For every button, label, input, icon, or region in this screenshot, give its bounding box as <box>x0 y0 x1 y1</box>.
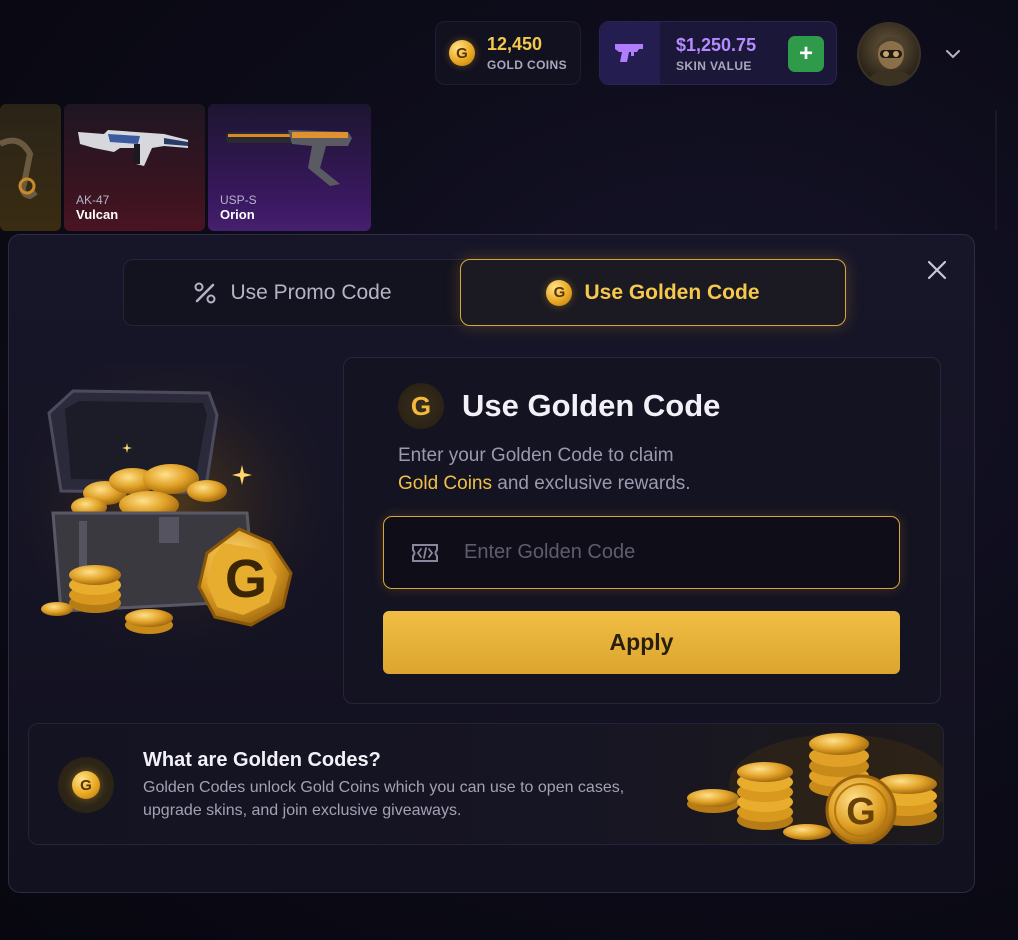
skin-value-amount: $1,250.75 <box>676 35 757 55</box>
svg-text:G: G <box>225 549 267 609</box>
info-title: What are Golden Codes? <box>143 749 381 771</box>
tab-promo-code[interactable]: Use Promo Code <box>124 260 460 325</box>
gold-coin-icon: G <box>449 40 475 66</box>
gold-coins-label: GOLD COINS <box>487 58 568 72</box>
apply-button[interactable]: Apply <box>383 611 900 674</box>
ticket-code-icon <box>410 542 440 564</box>
tab-label: Use Promo Code <box>230 280 392 304</box>
gold-coins-balance: G 12,450 GOLD COINS <box>435 21 581 85</box>
user-avatar[interactable] <box>857 22 921 86</box>
treasure-chest-illustration: G <box>9 363 339 673</box>
skin-weapon-label: AK-47 <box>76 193 110 207</box>
skin-name-label: Vulcan <box>76 207 119 222</box>
skin-card-partial[interactable] <box>0 104 61 231</box>
tab-golden-code[interactable]: G Use Golden Code <box>460 259 846 326</box>
redeem-code-modal: Use Promo Code G Use Golden Code G G Use… <box>8 234 975 893</box>
panel-description: Enter your Golden Code to claim Gold Coi… <box>398 445 691 494</box>
skin-value-balance: $1,250.75 SKIN VALUE + <box>599 21 837 85</box>
skin-weapon-label: USP-S <box>220 193 257 207</box>
tab-label: Use Golden Code <box>584 280 760 304</box>
golden-codes-info: G What are Golden Codes? Golden Codes un… <box>28 723 944 845</box>
percent-icon <box>192 280 218 306</box>
coin-stack-illustration: G <box>687 733 943 844</box>
golden-code-panel: G Use Golden Code Enter your Golden Code… <box>343 357 941 704</box>
add-funds-button[interactable]: + <box>788 36 824 72</box>
close-icon[interactable] <box>925 258 949 282</box>
golden-code-field[interactable] <box>383 516 900 589</box>
divider <box>995 110 997 230</box>
skin-value-label: SKIN VALUE <box>676 59 752 73</box>
ak47-weapon-image <box>78 130 188 166</box>
gold-coin-icon: G <box>398 383 444 429</box>
gold-coin-icon: G <box>546 279 573 306</box>
code-type-tabs: Use Promo Code G Use Golden Code <box>123 259 846 326</box>
skin-name-label: Orion <box>220 207 255 222</box>
panel-title: Use Golden Code <box>462 388 721 423</box>
golden-code-input[interactable] <box>464 541 884 564</box>
skin-card-ak47-vulcan[interactable]: AK-47 Vulcan <box>64 104 205 231</box>
usps-weapon-image <box>226 130 352 186</box>
info-description: Golden Codes unlock Gold Coins which you… <box>143 779 625 819</box>
gold-coin-icon: G <box>58 757 114 813</box>
gold-coins-value: 12,450 <box>487 34 543 54</box>
chevron-down-icon[interactable] <box>943 44 963 64</box>
pistol-icon <box>600 22 660 84</box>
skin-card-usps-orion[interactable]: USP-S Orion <box>208 104 371 231</box>
gold-coins-highlight: Gold Coins <box>398 473 492 494</box>
svg-text:G: G <box>846 791 876 833</box>
